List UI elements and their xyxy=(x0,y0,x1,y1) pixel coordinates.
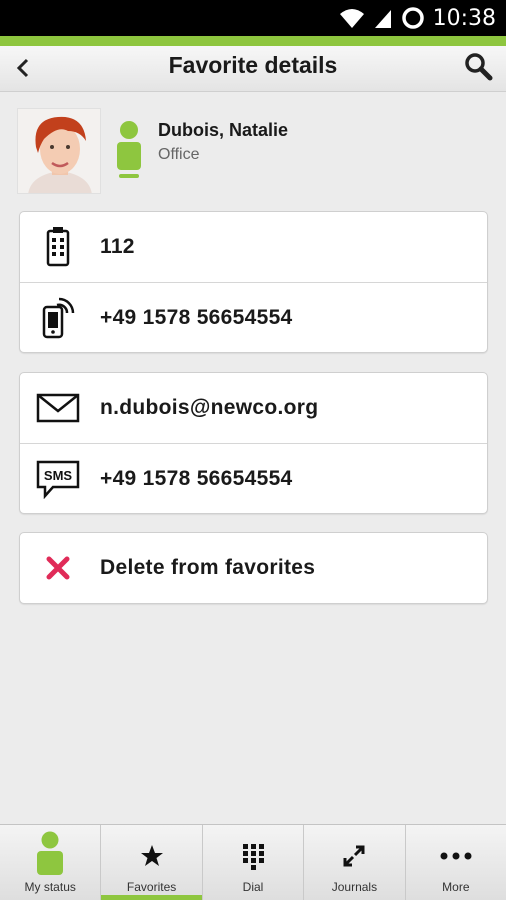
contact-location: Office xyxy=(158,146,200,163)
status-bar: 10:38 xyxy=(0,0,506,36)
email-address: n.dubois@newco.org xyxy=(100,396,319,419)
nav-label: Favorites xyxy=(126,880,177,894)
nav-label: More xyxy=(442,880,470,894)
presence-person-icon xyxy=(36,831,64,877)
accent-bar xyxy=(0,36,506,46)
email-row[interactable]: n.dubois@newco.org xyxy=(20,373,487,443)
nav-my-status[interactable]: My status xyxy=(0,825,102,900)
sms-number: +49 1578 56654554 xyxy=(100,466,293,490)
contact-name: Dubois, Natalie xyxy=(158,120,289,140)
delete-card: Delete from favorites xyxy=(19,532,488,604)
bottom-navigation: My status Favorites Dial Journals More xyxy=(0,824,506,900)
avatar xyxy=(18,109,100,193)
search-button[interactable] xyxy=(458,48,498,84)
nav-journals[interactable]: Journals xyxy=(304,825,406,900)
page-title: Favorite details xyxy=(168,52,338,78)
nav-dial[interactable]: Dial xyxy=(203,825,305,900)
office-phone-number: 112 xyxy=(100,235,135,258)
phone-numbers-card: 112 +49 1578 56654554 xyxy=(19,211,488,353)
dialpad-icon xyxy=(241,837,265,875)
sms-row[interactable]: SMS +49 1578 56654554 xyxy=(20,443,487,513)
app-header: Favorite details xyxy=(0,46,506,92)
contact-header: Dubois, Natalie Office xyxy=(17,108,487,194)
nav-favorites[interactable]: Favorites xyxy=(101,825,203,900)
svg-text:SMS: SMS xyxy=(44,468,73,483)
clock: 10:38 xyxy=(432,5,496,31)
signal-icon xyxy=(374,10,391,28)
nav-label: Journals xyxy=(331,880,378,894)
nav-label: My status xyxy=(24,880,76,894)
delete-label: Delete from favorites xyxy=(100,556,316,579)
delete-x-icon xyxy=(34,533,82,603)
star-icon xyxy=(140,837,164,875)
mobile-phone-icon xyxy=(34,283,82,353)
sync-icon xyxy=(401,7,424,29)
mobile-phone-row[interactable]: +49 1578 56654554 xyxy=(20,282,487,352)
contact-photo xyxy=(17,108,101,194)
nav-more[interactable]: More xyxy=(406,825,506,900)
call-journal-icon xyxy=(341,837,367,875)
mobile-phone-number: +49 1578 56654554 xyxy=(100,305,293,329)
search-icon xyxy=(465,53,493,81)
wifi-icon xyxy=(339,9,364,28)
sms-icon: SMS xyxy=(34,444,82,514)
email-icon xyxy=(34,373,82,443)
messaging-card: n.dubois@newco.org SMS +49 1578 56654554 xyxy=(19,372,488,514)
office-phone-row[interactable]: 112 xyxy=(20,212,487,282)
nav-label: Dial xyxy=(242,880,264,894)
presence-status-icon xyxy=(115,120,143,180)
more-dots-icon xyxy=(440,837,472,875)
office-phone-icon xyxy=(34,212,82,282)
delete-from-favorites-button[interactable]: Delete from favorites xyxy=(20,533,487,603)
